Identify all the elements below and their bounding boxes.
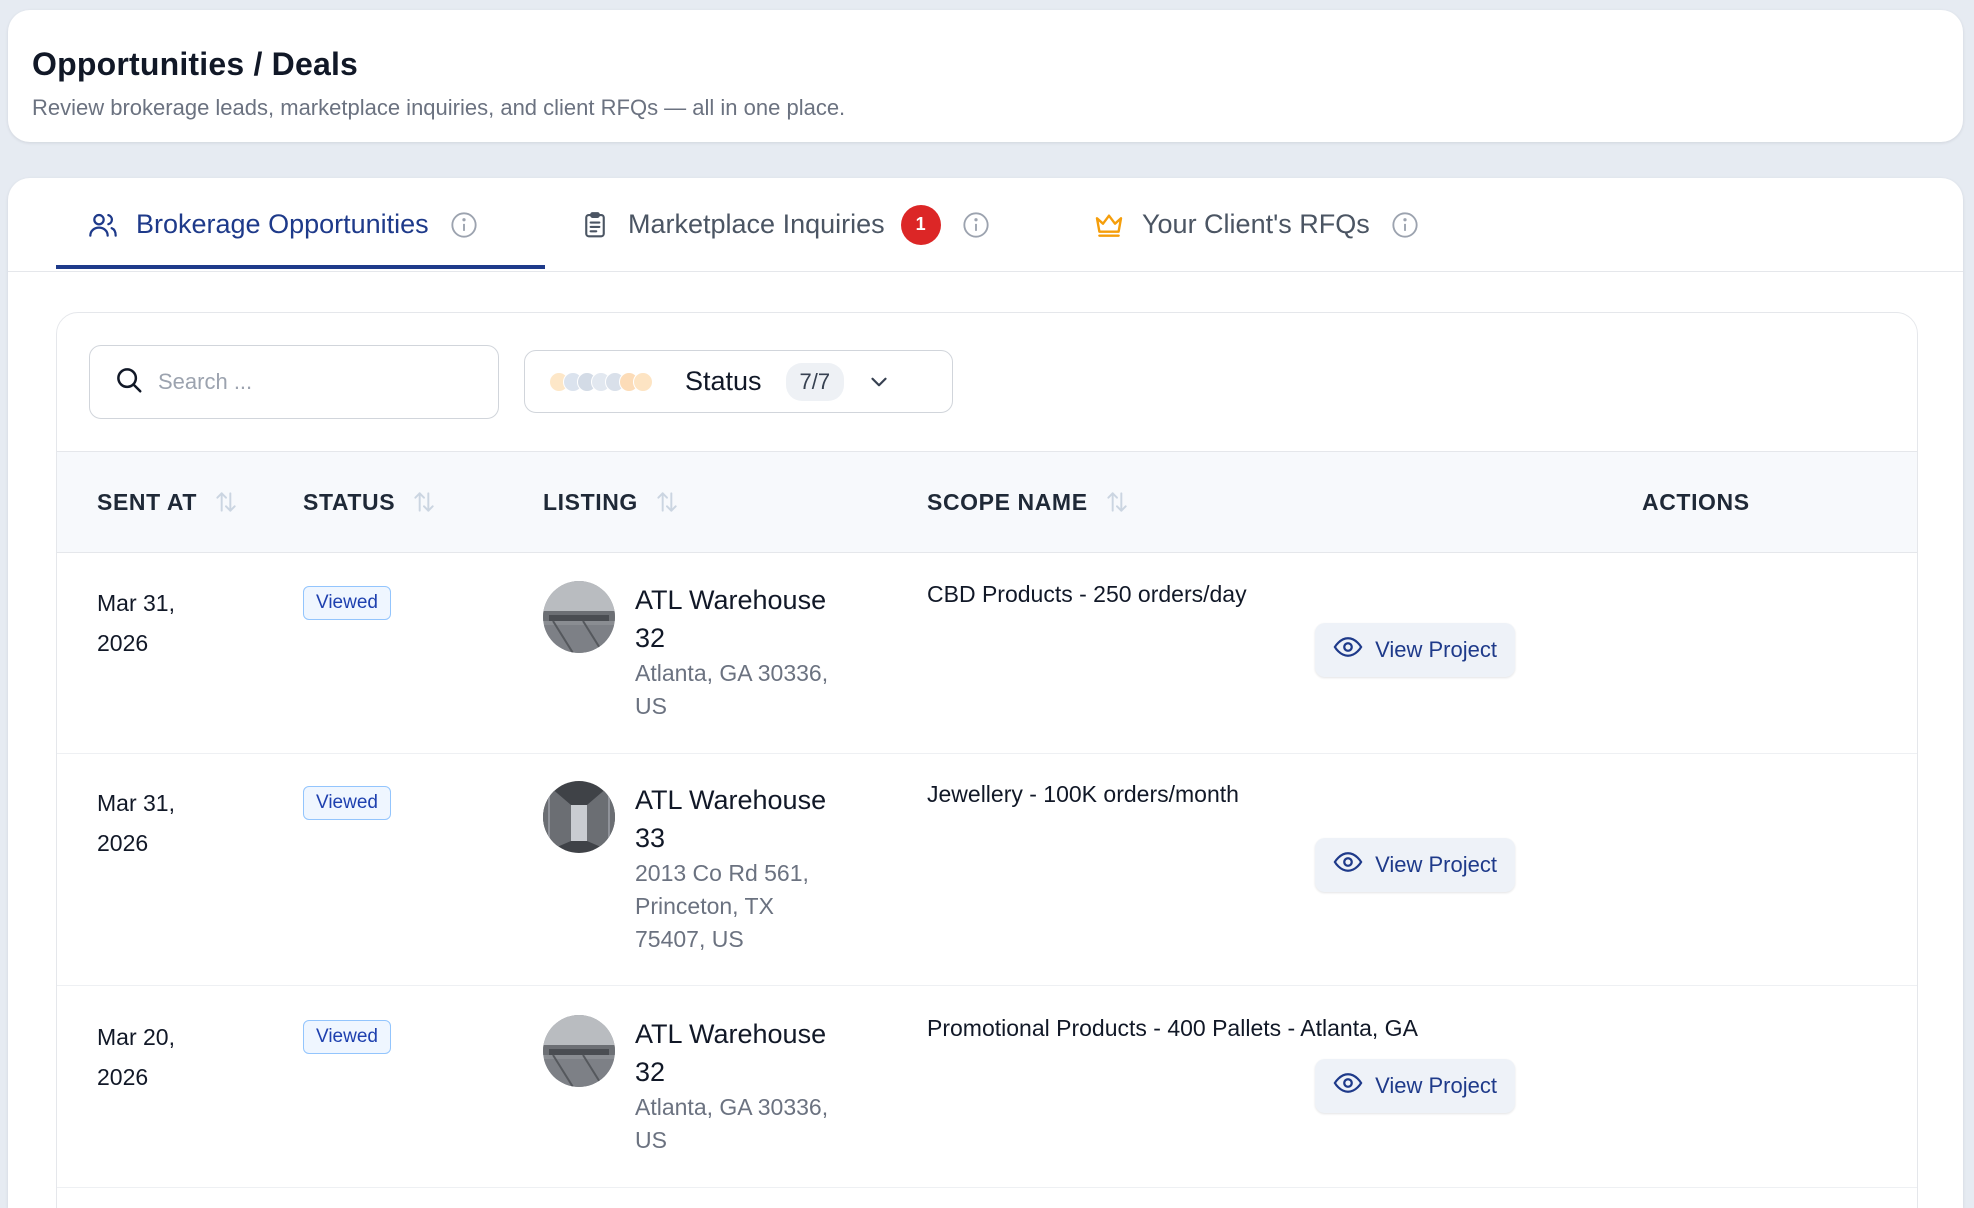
column-header-actions: ACTIONS xyxy=(1642,488,1750,515)
scope-name: Promotional Products - 400 Pallets - Atl… xyxy=(927,1015,1418,1041)
tab-label: Marketplace Inquiries xyxy=(628,209,885,239)
page-title: Opportunities / Deals xyxy=(32,46,359,82)
deals-table-panel: Search ... Status 7/7 SENT AT STATUS LIS… xyxy=(56,312,1918,1208)
tab-label: Brokerage Opportunities xyxy=(136,209,429,239)
page-header: Opportunities / Deals Review brokerage l… xyxy=(8,10,1963,142)
listing-name[interactable]: ATL Warehouse 33 xyxy=(635,781,865,857)
search-input[interactable]: Search ... xyxy=(89,345,499,419)
table-header: SENT AT STATUS LISTING SCOPE NAME ACTION… xyxy=(57,451,1917,553)
eye-icon xyxy=(1333,1068,1363,1104)
clipboard-icon xyxy=(578,208,612,242)
table-row: Mar 31, 2026 Viewed ATL Warehouse 33 201… xyxy=(57,753,1917,986)
tab-brokerage-opportunities[interactable]: Brokerage Opportunities xyxy=(86,178,479,271)
sent-at-cell: Mar 20, 2026 xyxy=(97,1024,175,1090)
column-header-scope-name[interactable]: SCOPE NAME xyxy=(927,452,1130,552)
sent-at-cell: Mar 31, 2026 xyxy=(97,790,175,856)
sort-icon[interactable] xyxy=(1104,489,1130,515)
sort-icon[interactable] xyxy=(411,489,437,515)
table-row: Mar 31, 2026 Viewed ATL Warehouse 32 Atl… xyxy=(57,553,1917,754)
view-project-button[interactable]: View Project xyxy=(1315,1059,1515,1113)
users-icon xyxy=(86,208,120,242)
status-badge: Viewed xyxy=(303,586,391,620)
crown-icon xyxy=(1092,208,1126,242)
table-row: Mar 20, 2026 Viewed ATL Warehouse 32 Atl… xyxy=(57,987,1917,1188)
tab-bar: Brokerage Opportunities Marketplace Inqu… xyxy=(8,178,1963,272)
opportunities-panel: Brokerage Opportunities Marketplace Inqu… xyxy=(8,178,1963,1208)
info-icon[interactable] xyxy=(1390,210,1420,240)
column-header-listing[interactable]: LISTING xyxy=(543,452,680,552)
status-color-dots xyxy=(549,371,669,393)
scope-name: CBD Products - 250 orders/day xyxy=(927,581,1247,607)
status-filter-label: Status xyxy=(685,366,762,396)
view-project-button[interactable]: View Project xyxy=(1315,623,1515,677)
listing-address: 2013 Co Rd 561, Princeton, TX 75407, US xyxy=(635,860,809,952)
notification-badge: 1 xyxy=(900,204,941,245)
listing-address: Atlanta, GA 30336, US xyxy=(635,1094,829,1153)
listing-address: Atlanta, GA 30336, US xyxy=(635,660,829,719)
page-subtitle: Review brokerage leads, marketplace inqu… xyxy=(32,95,846,120)
chevron-down-icon xyxy=(866,369,892,395)
active-tab-indicator xyxy=(56,265,545,269)
tab-marketplace-inquiries[interactable]: Marketplace Inquiries 1 xyxy=(578,178,991,271)
eye-icon xyxy=(1333,632,1363,668)
status-badge: Viewed xyxy=(303,786,391,820)
sort-icon[interactable] xyxy=(654,489,680,515)
status-count-pill: 7/7 xyxy=(785,362,845,401)
listing-name[interactable]: ATL Warehouse 32 xyxy=(635,1015,865,1091)
tab-client-rfqs[interactable]: Your Client's RFQs xyxy=(1092,178,1420,271)
column-header-sent-at[interactable]: SENT AT xyxy=(97,452,239,552)
eye-icon xyxy=(1333,847,1363,883)
listing-thumbnail xyxy=(543,781,615,853)
info-icon[interactable] xyxy=(449,210,479,240)
search-placeholder: Search ... xyxy=(158,369,253,394)
search-icon xyxy=(114,365,144,400)
listing-thumbnail xyxy=(543,581,615,653)
scope-name: Jewellery - 100K orders/month xyxy=(927,781,1239,807)
status-badge: Viewed xyxy=(303,1020,391,1054)
sent-at-cell: Mar 31, 2026 xyxy=(97,590,175,656)
column-header-status[interactable]: STATUS xyxy=(303,452,437,552)
listing-name[interactable]: ATL Warehouse 32 xyxy=(635,581,865,657)
info-icon[interactable] xyxy=(961,210,991,240)
sort-icon[interactable] xyxy=(213,489,239,515)
view-project-button[interactable]: View Project xyxy=(1315,838,1515,892)
tab-label: Your Client's RFQs xyxy=(1142,209,1370,239)
status-filter-dropdown[interactable]: Status 7/7 xyxy=(524,350,953,413)
listing-thumbnail xyxy=(543,1015,615,1087)
